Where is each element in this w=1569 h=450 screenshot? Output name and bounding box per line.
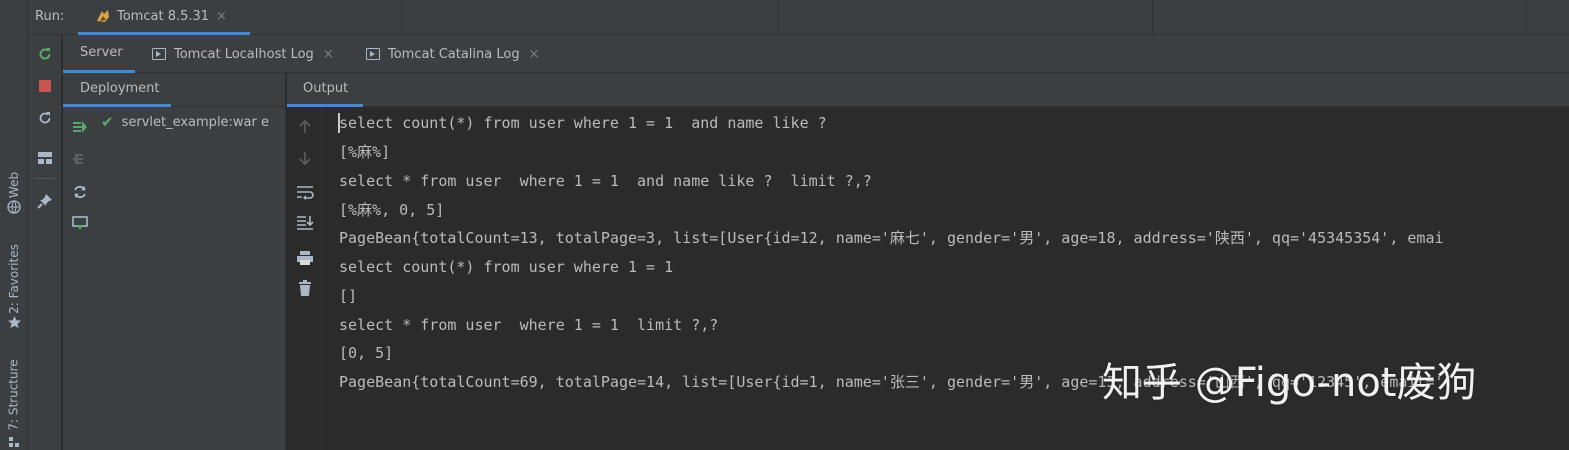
rerun-button[interactable]: [28, 41, 62, 67]
output-header: Output: [287, 73, 1569, 107]
server-log-tabs: Server Tomcat Localhost Log × Tomcat Cat…: [63, 35, 1569, 73]
stop-icon: [39, 80, 51, 92]
redeploy-button[interactable]: [66, 179, 94, 205]
console-line: select * from user where 1 = 1 limit ?,?: [339, 316, 719, 334]
scroll-to-end-button[interactable]: [291, 210, 319, 236]
console-line: [%麻%]: [339, 143, 391, 161]
console-line: [0, 5]: [339, 344, 394, 362]
close-icon[interactable]: ×: [216, 9, 227, 24]
tab-catalina-log-label: Tomcat Catalina Log: [388, 46, 520, 62]
redeploy-icon: [74, 185, 86, 199]
run-tab-title: Tomcat 8.5.31: [117, 8, 210, 24]
update-icon: [39, 112, 51, 124]
log-icon: [366, 48, 380, 60]
close-icon[interactable]: ×: [323, 47, 334, 62]
rerun-icon: [39, 48, 51, 60]
star-icon: [7, 315, 22, 330]
layout-button[interactable]: [28, 145, 62, 171]
structure-icon: [8, 436, 20, 448]
tool-tab-favorites[interactable]: 2: Favorites: [0, 236, 28, 336]
tab-localhost-log[interactable]: Tomcat Localhost Log ×: [152, 35, 334, 73]
check-icon: ✔: [101, 113, 114, 131]
scroll-up-button[interactable]: [291, 114, 319, 140]
console-line: select count(*) from user where 1 = 1: [339, 258, 674, 276]
watermark: 知乎 @Figo-not废狗: [1102, 360, 1477, 406]
undeploy-button[interactable]: [66, 146, 94, 172]
scroll-up-icon: [299, 119, 311, 133]
soft-wrap-icon: [297, 186, 314, 200]
tab-deployment[interactable]: Deployment: [63, 73, 171, 107]
deploy-artifact-button[interactable]: [66, 210, 94, 236]
tab-server-label: Server: [80, 45, 123, 60]
run-title-bar: Run: Tomcat 8.5.31 ×: [28, 0, 1569, 35]
run-toolbar: [28, 35, 62, 450]
tool-tab-web[interactable]: Web: [0, 160, 28, 220]
deploy-artifact-icon: [72, 216, 88, 230]
deployment-panel: Deployment ✔ servlet_example:war e: [63, 73, 286, 450]
tab-server[interactable]: Server: [63, 35, 135, 73]
layout-icon: [38, 152, 52, 164]
console-line: [%麻%, 0, 5]: [339, 201, 445, 219]
console-line: select count(*) from user where 1 = 1 an…: [339, 114, 827, 132]
deploy-all-icon: [73, 121, 87, 133]
close-icon[interactable]: ×: [529, 47, 540, 62]
pin-button[interactable]: [28, 188, 62, 214]
output-toolbar: [287, 107, 323, 450]
tab-output[interactable]: Output: [287, 73, 363, 107]
soft-wrap-button[interactable]: [291, 179, 319, 205]
tab-catalina-log[interactable]: Tomcat Catalina Log ×: [366, 35, 540, 73]
stop-button[interactable]: [28, 73, 62, 99]
scroll-down-icon: [299, 152, 311, 166]
tomcat-icon: [95, 8, 111, 24]
clear-button[interactable]: [291, 275, 319, 301]
tool-tab-favorites-label: 2: Favorites: [7, 244, 22, 314]
console-line: []: [339, 287, 358, 305]
deployment-header: Deployment: [63, 73, 286, 107]
left-tool-strip: Web 2: Favorites 7: Structure: [0, 0, 28, 450]
console-line: select * from user where 1 = 1 and name …: [339, 172, 872, 190]
update-button[interactable]: [28, 105, 62, 131]
tool-tab-web-label: Web: [6, 171, 21, 199]
clear-icon: [299, 280, 311, 296]
pin-icon: [37, 194, 52, 209]
deploy-all-button[interactable]: [66, 114, 94, 140]
tool-tab-structure-label: 7: Structure: [7, 359, 22, 431]
print-icon: [297, 251, 313, 265]
deployment-toolbar: [63, 107, 97, 450]
print-button[interactable]: [291, 245, 319, 271]
run-tab-tomcat[interactable]: Tomcat 8.5.31 ×: [78, 0, 250, 35]
run-label: Run:: [35, 9, 65, 24]
console-line: PageBean{totalCount=13, totalPage=3, lis…: [339, 229, 1444, 247]
deployment-item[interactable]: ✔ servlet_example:war e: [101, 112, 286, 132]
scroll-down-button[interactable]: [291, 145, 319, 171]
deployment-item-label: servlet_example:war e: [121, 114, 270, 130]
scroll-to-end-icon: [297, 216, 314, 230]
undeploy-icon: [73, 153, 83, 165]
globe-icon: [7, 200, 21, 214]
tool-tab-structure[interactable]: 7: Structure: [0, 350, 28, 450]
log-icon: [152, 48, 166, 60]
tab-localhost-log-label: Tomcat Localhost Log: [174, 46, 314, 62]
